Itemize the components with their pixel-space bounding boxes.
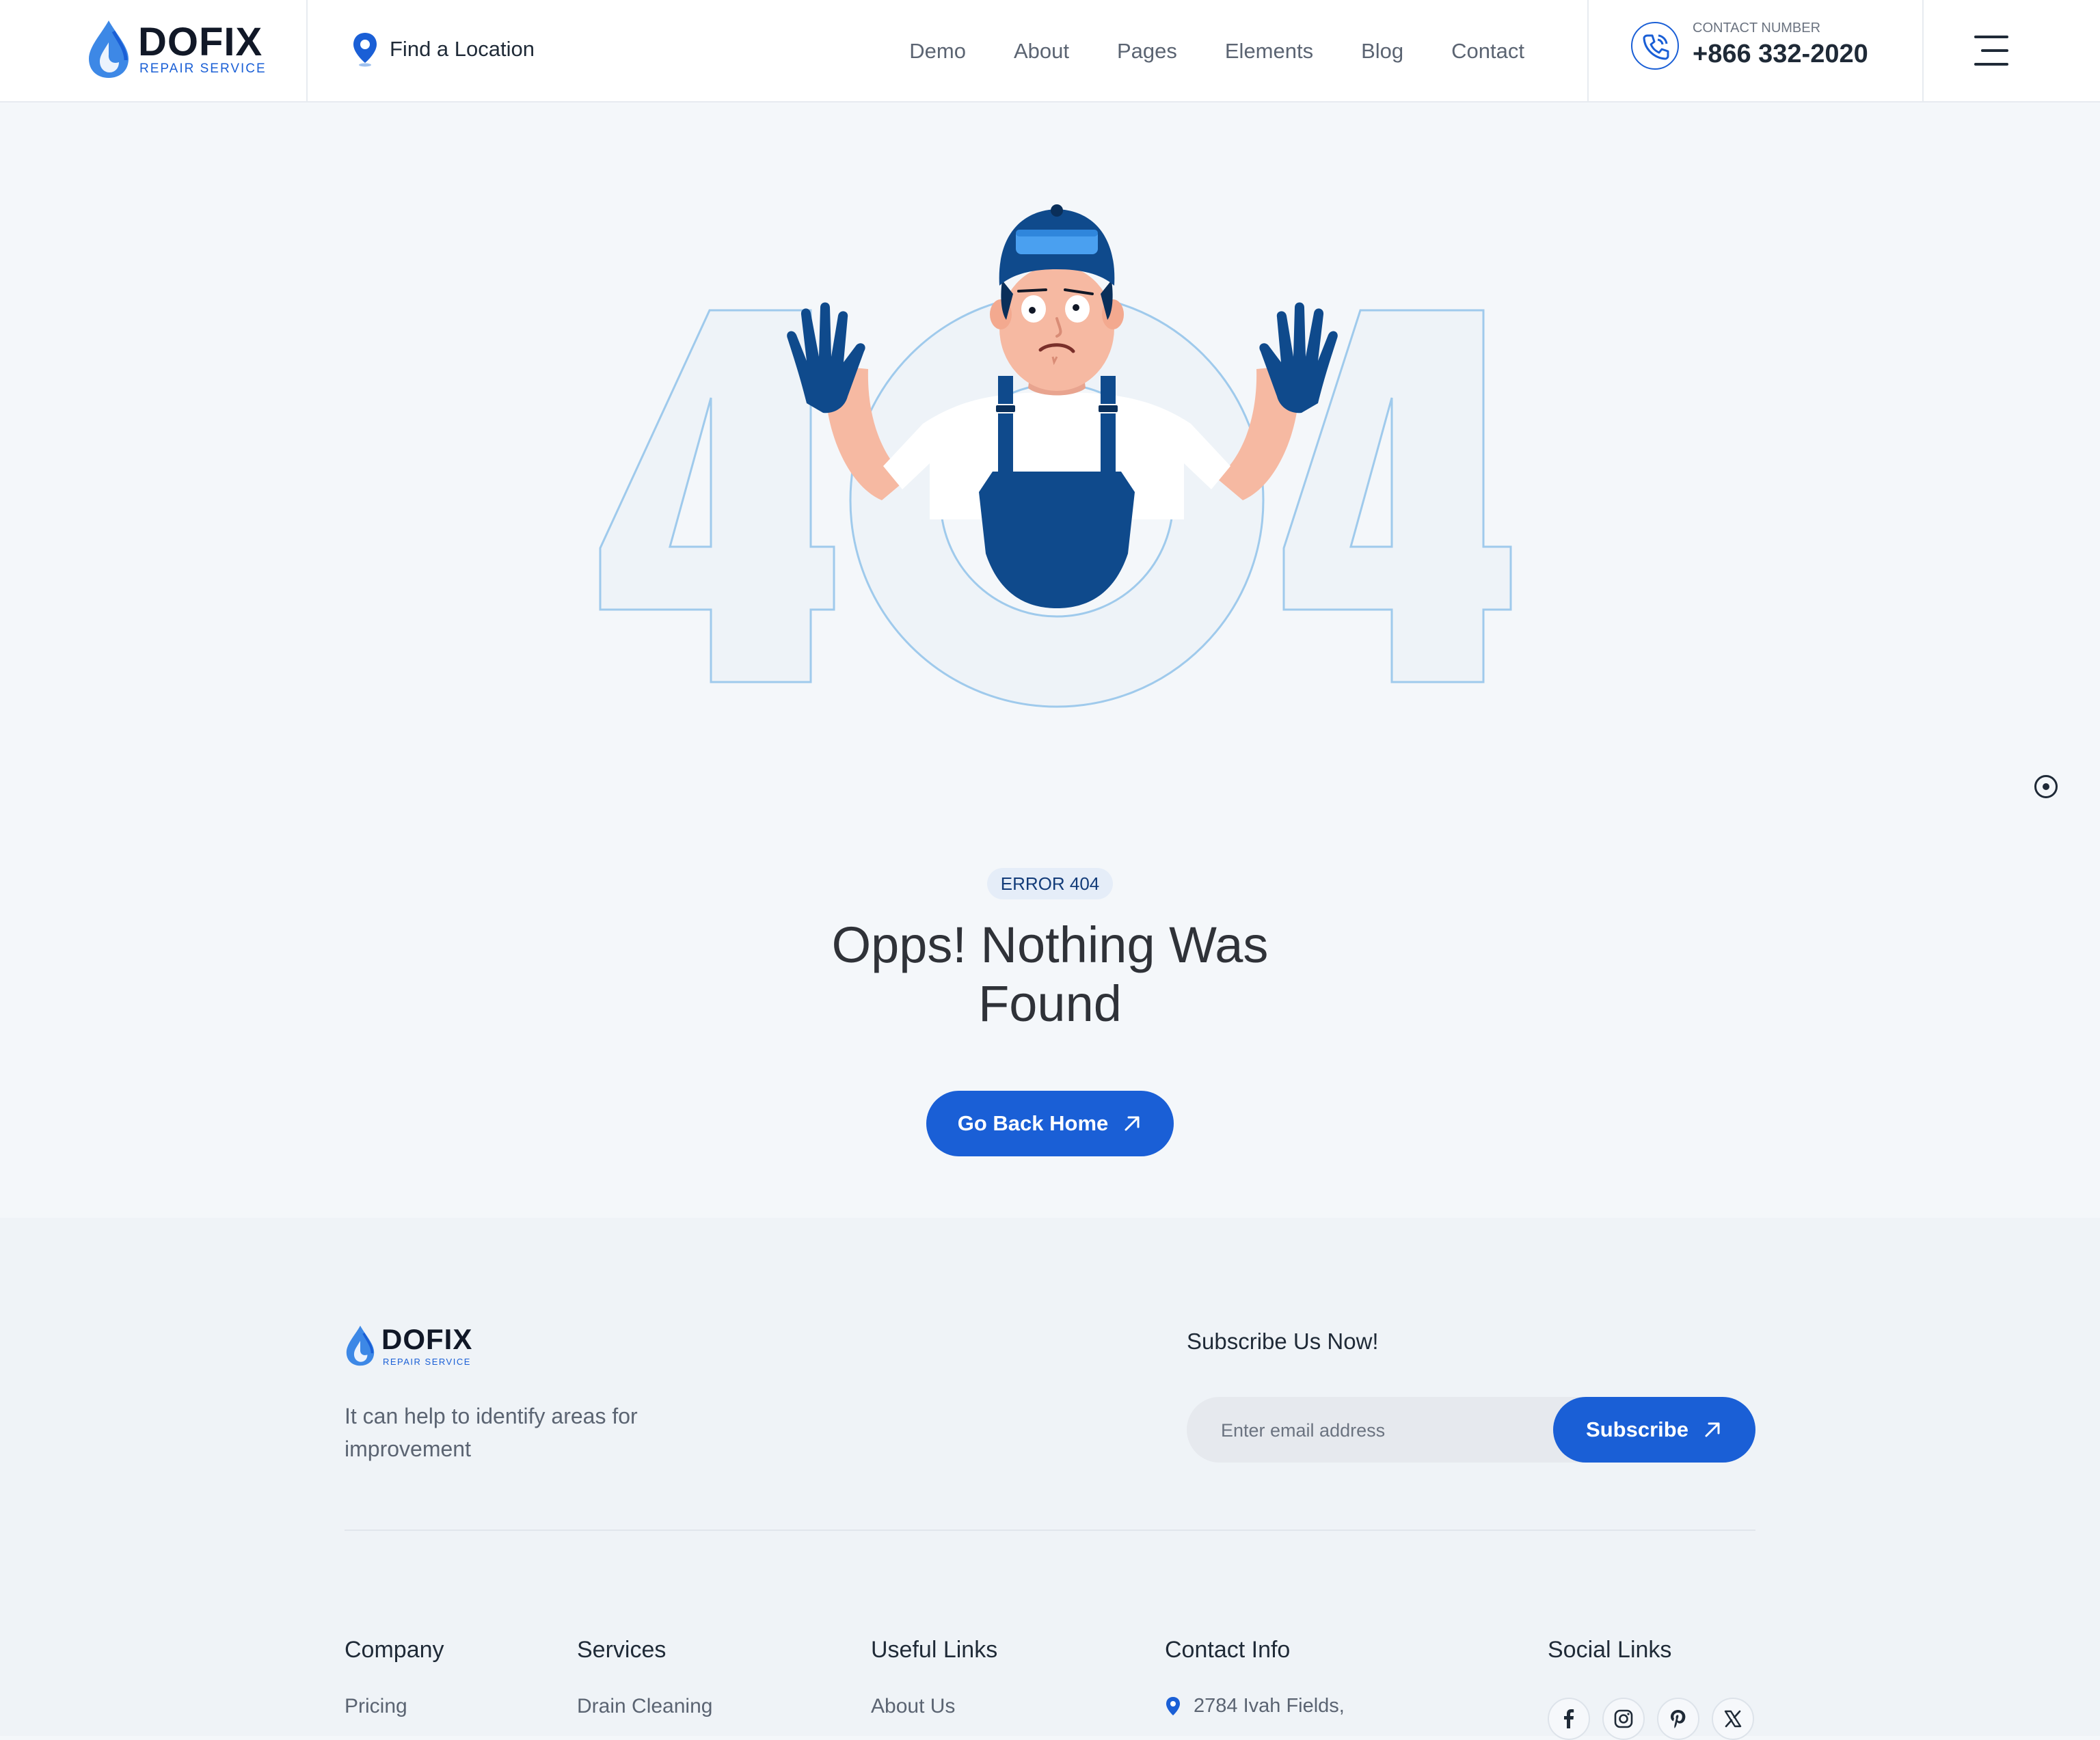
subscribe-button-label: Subscribe (1586, 1417, 1688, 1441)
find-location-link[interactable]: Find a Location (350, 30, 535, 68)
page-title-line2: Found (978, 975, 1122, 1032)
go-back-home-button[interactable]: Go Back Home (926, 1091, 1174, 1156)
footer-col-title: Services (577, 1637, 667, 1663)
footer-col-company: Company Pricing (345, 1636, 444, 1718)
footer-address: 2784 Ivah Fields, (1165, 1695, 1345, 1717)
arrow-up-right-icon (1705, 1422, 1720, 1437)
footer-col-title: Social Links (1548, 1637, 1672, 1663)
footer-logo-tagline: REPAIR SERVICE (383, 1357, 471, 1367)
footer-col-services: Services Drain Cleaning (577, 1636, 712, 1718)
scroll-indicator-icon[interactable] (2034, 775, 2058, 798)
logo-tagline: REPAIR SERVICE (139, 62, 267, 76)
nav-about[interactable]: About (1014, 39, 1069, 64)
footer-link-pricing[interactable]: Pricing (345, 1695, 444, 1718)
location-pin-icon (353, 33, 377, 67)
404-mechanic-illustration (599, 204, 1512, 708)
error-badge: ERROR 404 (987, 868, 1113, 899)
site-footer: DOFIX REPAIR SERVICE It can help to iden… (0, 1218, 2100, 1740)
x-icon[interactable] (1712, 1698, 1754, 1740)
facebook-icon[interactable] (1548, 1698, 1590, 1740)
site-logo[interactable]: DOFIX REPAIR SERVICE (86, 18, 271, 81)
header-divider (1922, 0, 1924, 103)
instagram-icon[interactable] (1602, 1698, 1645, 1740)
contact-number-value: +866 332-2020 (1693, 40, 1868, 68)
page-title: Opps! Nothing Was Found (708, 916, 1392, 1033)
contact-number-label: CONTACT NUMBER (1693, 21, 1821, 36)
nav-blog[interactable]: Blog (1361, 39, 1403, 64)
location-pin-icon (1166, 1696, 1180, 1715)
water-drop-icon (346, 1325, 375, 1366)
footer-divider (345, 1530, 1755, 1531)
nav-elements[interactable]: Elements (1225, 39, 1313, 64)
footer-logo[interactable]: DOFIX REPAIR SERVICE (345, 1323, 481, 1368)
footer-address-text: 2784 Ivah Fields, (1194, 1695, 1345, 1717)
logo-wordmark: DOFIX (138, 20, 263, 64)
error-404-section: ERROR 404 Opps! Nothing Was Found Go Bac… (0, 103, 2100, 1218)
footer-tagline: It can help to identify areas for improv… (345, 1404, 638, 1461)
main-nav: Demo About Pages Elements Blog Contact (909, 0, 1524, 103)
subscribe-button[interactable]: Subscribe (1553, 1397, 1755, 1463)
find-location-label: Find a Location (390, 37, 535, 61)
header-divider (1587, 0, 1589, 103)
nav-contact[interactable]: Contact (1451, 39, 1524, 64)
nav-pages[interactable]: Pages (1117, 39, 1177, 64)
footer-col-title: Useful Links (871, 1637, 998, 1663)
page-title-line1: Opps! Nothing Was (831, 916, 1269, 973)
phone-icon (1631, 22, 1679, 70)
social-icons (1548, 1698, 1754, 1740)
footer-col-title: Contact Info (1165, 1637, 1291, 1663)
footer-logo-wordmark: DOFIX (381, 1323, 473, 1355)
footer-col-useful-links: Useful Links About Us (871, 1636, 997, 1718)
subscribe-email-input[interactable] (1220, 1397, 1544, 1464)
subscribe-form: Subscribe (1187, 1397, 1755, 1464)
footer-link-about-us[interactable]: About Us (871, 1695, 997, 1718)
nav-demo[interactable]: Demo (909, 39, 966, 64)
hamburger-menu-icon[interactable] (1969, 36, 2008, 66)
water-drop-icon (89, 21, 129, 78)
pinterest-icon[interactable] (1657, 1698, 1699, 1740)
footer-col-social-links: Social Links (1548, 1636, 1754, 1740)
footer-col-title: Company (345, 1637, 444, 1663)
subscribe-title: Subscribe Us Now! (1187, 1329, 1379, 1354)
footer-col-contact-info: Contact Info 2784 Ivah Fields, (1165, 1636, 1345, 1717)
header-divider (306, 0, 308, 103)
go-back-home-label: Go Back Home (957, 1111, 1109, 1135)
footer-link-drain-cleaning[interactable]: Drain Cleaning (577, 1695, 712, 1718)
arrow-up-right-icon (1125, 1116, 1140, 1131)
site-header: DOFIX REPAIR SERVICE Find a Location Dem… (0, 0, 2100, 103)
